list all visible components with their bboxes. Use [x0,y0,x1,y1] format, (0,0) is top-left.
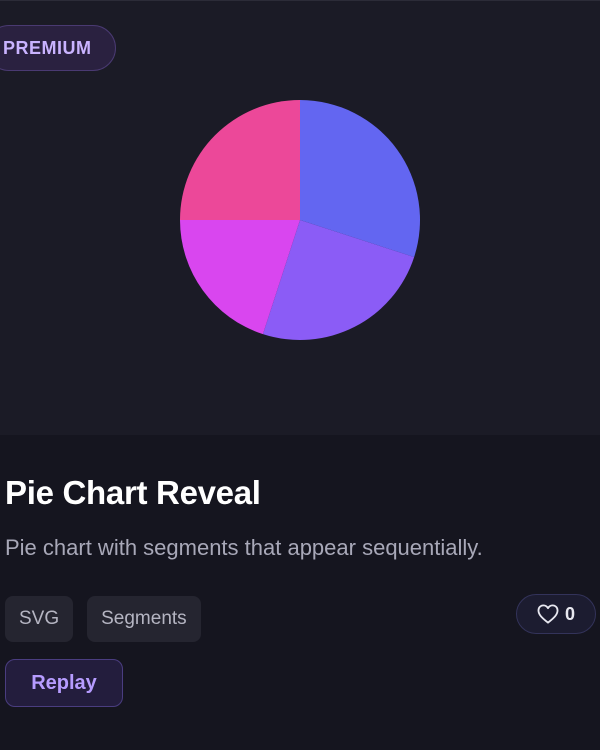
pie-chart [178,98,422,342]
tag-segments[interactable]: Segments [87,596,201,642]
tag-list: SVG Segments [5,596,201,642]
animation-card: PREMIUM Pie Chart Reveal Pie chart with … [0,0,600,750]
preview-area: PREMIUM [0,0,600,435]
like-button[interactable]: 0 [516,594,596,634]
heart-icon [537,604,559,624]
replay-button[interactable]: Replay [5,659,123,707]
premium-badge: PREMIUM [0,25,116,71]
card-description: Pie chart with segments that appear sequ… [5,535,483,560]
tag-svg[interactable]: SVG [5,596,74,642]
pie-slice-4 [180,100,300,220]
pie-chart-svg [180,100,420,340]
like-count: 0 [564,603,575,624]
card-title: Pie Chart Reveal [5,474,261,511]
